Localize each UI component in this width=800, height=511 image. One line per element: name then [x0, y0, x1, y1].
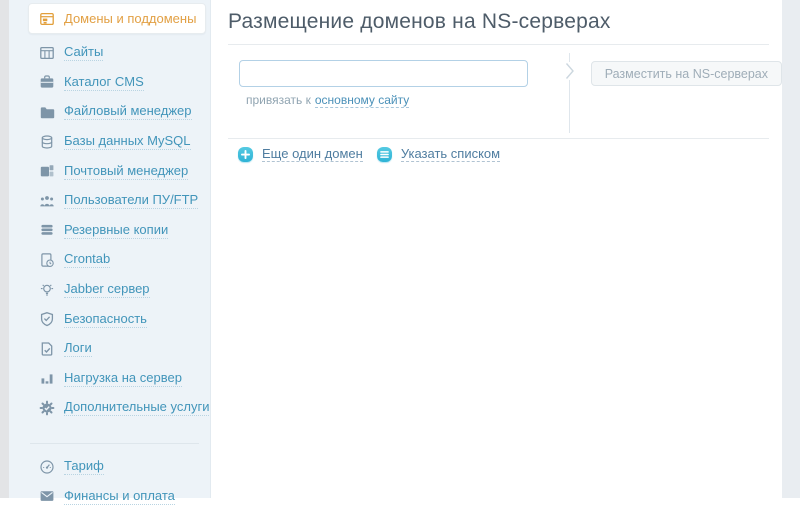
sidebar-item-label: Логи — [64, 340, 92, 358]
sidebar-item-label: Jabber сервер — [64, 281, 150, 299]
form-right-column: Разместить на NS-серверах — [570, 53, 782, 133]
sidebar-item-label: Нагрузка на сервер — [64, 369, 182, 387]
sidebar-item-label: Финансы и оплата — [64, 487, 175, 505]
sidebar-item-cms-catalog[interactable]: Каталог CMS — [9, 68, 210, 98]
sidebar-item-label: Безопасность — [64, 310, 147, 328]
sidebar-item-label: Резервные копии — [64, 221, 169, 239]
sidebar-item-file-manager[interactable]: Файловый менеджер — [9, 97, 210, 127]
sidebar-item-crontab[interactable]: Crontab — [9, 245, 210, 275]
page-left-gutter — [0, 0, 9, 498]
site-window-icon — [38, 45, 55, 61]
users-icon — [38, 193, 55, 209]
sidebar-item-label: Файловый менеджер — [64, 103, 192, 121]
mailbox-icon — [38, 163, 55, 179]
add-domain-plus-icon[interactable] — [238, 146, 253, 162]
sidebar-divider — [30, 442, 199, 444]
bind-to-site-line: привязать к основному сайту — [246, 93, 569, 108]
document-clock-icon — [38, 252, 55, 268]
links-row: Еще один домен Указать списком — [238, 146, 782, 162]
bind-to-main-site-link[interactable]: основному сайту — [314, 93, 410, 108]
domain-input[interactable] — [239, 60, 528, 87]
sidebar-item-jabber[interactable]: Jabber сервер — [9, 275, 210, 305]
sidebar-item-server-load[interactable]: Нагрузка на сервер — [9, 364, 210, 394]
domains-window-icon — [38, 11, 55, 27]
sidebar-item-label: Почтовый менеджер — [64, 162, 189, 180]
briefcase-icon — [38, 74, 55, 90]
lightbulb-icon — [38, 282, 55, 298]
sidebar-item-tariff[interactable]: Тариф — [9, 452, 210, 482]
sidebar-item-label: Базы данных MySQL — [64, 133, 191, 151]
sidebar-item-label: Домены и поддомены — [64, 10, 197, 26]
sidebar-item-label: Дополнительные услуги — [64, 399, 210, 417]
sidebar-item-label: Пользователи ПУ/FTP — [64, 192, 199, 210]
sidebar-item-users-ftp[interactable]: Пользователи ПУ/FTP — [9, 186, 210, 216]
sidebar-item-sites[interactable]: Сайты — [9, 38, 210, 68]
page-right-gutter — [782, 0, 800, 498]
sidebar-item-logs[interactable]: Логи — [9, 334, 210, 364]
sidebar-item-domains[interactable]: Домены и поддомены — [28, 3, 206, 34]
bar-chart-icon — [38, 370, 55, 386]
bind-prefix-text: привязать к — [246, 93, 311, 107]
shield-icon — [38, 311, 55, 327]
form-divider — [228, 138, 769, 139]
specify-as-list-link[interactable]: Указать списком — [400, 146, 501, 162]
sidebar-item-mysql[interactable]: Базы данных MySQL — [9, 127, 210, 157]
sidebar-item-label: Тариф — [64, 458, 104, 476]
form-separator — [564, 53, 575, 133]
sidebar-item-backups[interactable]: Резервные копии — [9, 216, 210, 246]
envelope-icon — [38, 488, 55, 504]
sidebar-item-finance[interactable]: Финансы и оплата — [9, 481, 210, 511]
add-domain-link[interactable]: Еще один домен — [262, 146, 363, 162]
gear-check-icon — [38, 400, 55, 416]
title-divider — [228, 44, 769, 45]
main-content: Размещение доменов на NS-серверах привяз… — [211, 0, 782, 498]
stack-icon — [38, 222, 55, 238]
page-root: Домены и поддомены Сайты Каталог CMS Фай… — [0, 0, 800, 505]
folder-icon — [38, 104, 55, 120]
gauge-icon — [38, 459, 55, 475]
chevron-right-icon — [564, 62, 575, 80]
sidebar-item-mail-manager[interactable]: Почтовый менеджер — [9, 156, 210, 186]
form-left-column: привязать к основному сайту — [228, 53, 569, 133]
document-check-icon — [38, 341, 55, 357]
sidebar-item-security[interactable]: Безопасность — [9, 304, 210, 334]
domain-placement-form: привязать к основному сайту Разместить на… — [228, 53, 782, 133]
database-icon — [38, 134, 55, 150]
sidebar: Домены и поддомены Сайты Каталог CMS Фай… — [9, 0, 211, 505]
place-on-ns-button[interactable]: Разместить на NS-серверах — [590, 61, 782, 86]
sidebar-item-extra-services[interactable]: Дополнительные услуги — [9, 393, 210, 423]
sidebar-item-label: Crontab — [64, 251, 111, 269]
page-title: Размещение доменов на NS-серверах — [228, 10, 611, 33]
sidebar-item-label: Сайты — [64, 44, 104, 62]
sidebar-item-label: Каталог CMS — [64, 73, 144, 91]
list-icon[interactable] — [376, 146, 392, 162]
